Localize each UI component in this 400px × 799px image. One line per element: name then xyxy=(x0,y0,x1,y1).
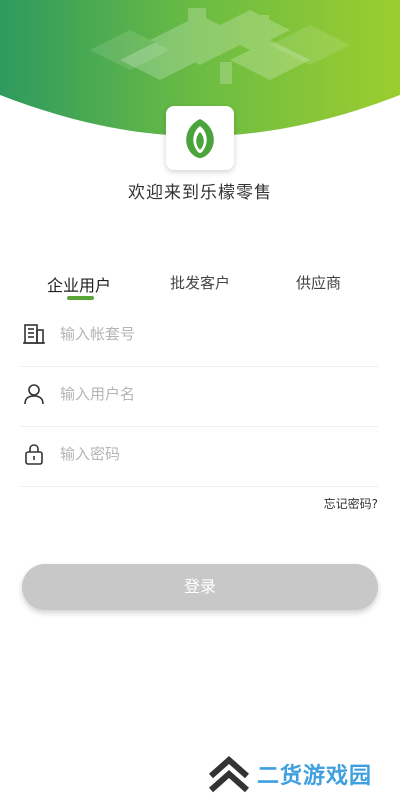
welcome-title: 欢迎来到乐檬零售 xyxy=(128,183,272,203)
watermark: 二货游戏园 xyxy=(205,754,395,794)
forgot-password-link[interactable]: 忘记密码? xyxy=(324,495,378,512)
password-input[interactable] xyxy=(60,440,360,468)
active-tab-indicator xyxy=(67,296,94,300)
username-row xyxy=(20,366,378,427)
building-icon xyxy=(20,320,48,348)
login-button[interactable]: 登录 xyxy=(22,564,378,610)
account-input[interactable] xyxy=(60,320,360,348)
user-icon xyxy=(20,380,48,408)
tab-supplier[interactable]: 供应商 xyxy=(296,272,341,293)
tab-enterprise-user[interactable]: 企业用户 xyxy=(47,272,111,296)
watermark-text: 二货游戏园 xyxy=(257,764,373,789)
lock-icon xyxy=(20,440,48,468)
chevron-up-logo-icon xyxy=(209,755,249,793)
username-input[interactable] xyxy=(60,380,360,408)
tab-wholesale-customer[interactable]: 批发客户 xyxy=(170,272,230,293)
account-row xyxy=(20,306,378,367)
password-row xyxy=(20,426,378,487)
app-logo xyxy=(166,106,234,170)
leaf-logo-icon xyxy=(186,119,214,158)
